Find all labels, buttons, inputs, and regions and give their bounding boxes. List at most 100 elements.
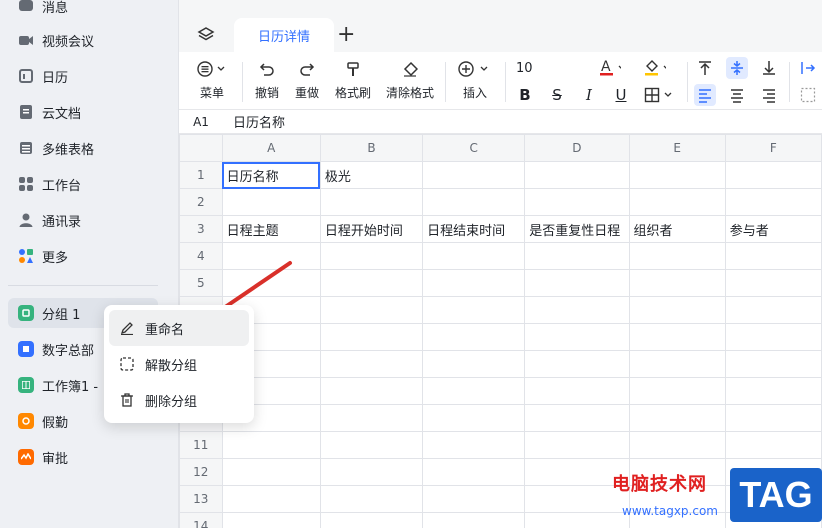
undo-button[interactable]: 撤销 — [255, 58, 279, 101]
cell[interactable] — [422, 458, 526, 486]
cell[interactable] — [724, 161, 822, 189]
sidebar-group-leave[interactable]: 假勤 — [8, 406, 68, 436]
sidebar-item-calendar[interactable]: 日历 — [18, 64, 68, 88]
cell[interactable] — [724, 431, 822, 459]
cell[interactable]: 日程结束时间 — [422, 215, 526, 243]
align-center-button[interactable] — [726, 84, 748, 106]
cell[interactable] — [628, 269, 726, 297]
align-left-button[interactable] — [694, 84, 716, 106]
sidebar-item-messages[interactable]: 消息 — [18, 0, 68, 18]
cell[interactable] — [319, 296, 424, 324]
column-header[interactable]: B — [319, 134, 424, 162]
row-header[interactable]: 2 — [179, 188, 223, 216]
cell[interactable] — [319, 269, 424, 297]
cell[interactable] — [221, 458, 321, 486]
cell[interactable] — [724, 404, 822, 432]
cell[interactable] — [422, 161, 526, 189]
cell[interactable] — [628, 188, 726, 216]
menu-item-ungroup[interactable]: 解散分组 — [109, 346, 249, 382]
sidebar-item-video[interactable]: 视频会议 — [18, 28, 94, 52]
font-color-button[interactable]: A — [599, 57, 621, 79]
cell[interactable] — [724, 242, 822, 270]
sidebar-item-bitable[interactable]: 多维表格 — [18, 136, 94, 160]
sidebar-group-approval[interactable]: 审批 — [8, 442, 68, 472]
sidebar-item-more[interactable]: 更多 — [18, 244, 68, 268]
cell[interactable] — [319, 350, 424, 378]
sidebar-item-docs[interactable]: 云文档 — [18, 100, 81, 124]
cell[interactable] — [524, 296, 630, 324]
column-header[interactable]: F — [724, 134, 822, 162]
cell[interactable] — [724, 377, 822, 405]
align-bottom-button[interactable] — [758, 57, 780, 79]
cell[interactable] — [422, 188, 526, 216]
cell[interactable] — [422, 323, 526, 351]
cell[interactable]: 极光 — [319, 161, 424, 189]
fill-color-button[interactable] — [644, 57, 666, 79]
cell[interactable] — [524, 188, 630, 216]
cell[interactable] — [422, 296, 526, 324]
cell[interactable] — [524, 350, 630, 378]
cell[interactable]: 组织者 — [628, 215, 726, 243]
cell[interactable] — [319, 404, 424, 432]
formula-input[interactable]: 日历名称 — [233, 112, 285, 131]
cell[interactable] — [221, 485, 321, 513]
row-header[interactable]: 12 — [179, 458, 223, 486]
layers-icon[interactable] — [197, 26, 215, 48]
cell[interactable] — [319, 512, 424, 528]
add-tab-button[interactable]: + — [337, 24, 355, 46]
cell[interactable] — [628, 161, 726, 189]
cell[interactable] — [724, 350, 822, 378]
align-middle-button[interactable] — [726, 57, 748, 79]
cell[interactable] — [422, 404, 526, 432]
cell[interactable] — [724, 188, 822, 216]
select-all-corner[interactable] — [179, 134, 223, 162]
menu-item-delete-group[interactable]: 删除分组 — [109, 382, 249, 418]
row-header[interactable]: 14 — [179, 512, 223, 528]
clear-format-button[interactable]: 清除格式 — [386, 58, 434, 101]
sidebar-item-contacts[interactable]: 通讯录 — [18, 208, 81, 232]
cell[interactable] — [422, 485, 526, 513]
tab-calendar-details[interactable]: 日历详情 — [234, 18, 334, 52]
cell[interactable] — [724, 269, 822, 297]
align-right-button[interactable] — [758, 84, 780, 106]
cell[interactable] — [221, 512, 321, 528]
cell-reference[interactable]: A1 — [179, 115, 223, 129]
cell[interactable] — [422, 350, 526, 378]
cell[interactable] — [319, 431, 424, 459]
sidebar-group-workbook[interactable]: 工作簿1 - — [8, 370, 98, 400]
cell[interactable]: 是否重复性日程 — [524, 215, 630, 243]
cell[interactable]: 参与者 — [724, 215, 822, 243]
cell[interactable] — [524, 377, 630, 405]
cell[interactable] — [628, 404, 726, 432]
cell[interactable] — [319, 377, 424, 405]
column-header[interactable]: E — [628, 134, 726, 162]
cell[interactable] — [422, 512, 526, 528]
merge-cells-button[interactable] — [797, 84, 819, 106]
cell[interactable] — [628, 296, 726, 324]
borders-button[interactable] — [642, 84, 678, 106]
menu-button[interactable]: 菜单 — [197, 58, 227, 101]
cell[interactable]: 日历名称 — [221, 161, 321, 189]
row-header[interactable]: 13 — [179, 485, 223, 513]
underline-button[interactable]: U — [610, 84, 632, 106]
cell[interactable] — [221, 188, 321, 216]
redo-button[interactable]: 重做 — [295, 58, 319, 101]
cell[interactable] — [319, 458, 424, 486]
cell[interactable] — [724, 323, 822, 351]
insert-button[interactable]: 插入 — [458, 58, 492, 101]
column-header[interactable]: C — [422, 134, 526, 162]
cell[interactable] — [628, 431, 726, 459]
text-direction-button[interactable] — [797, 57, 819, 79]
cell[interactable] — [628, 377, 726, 405]
cell[interactable] — [524, 161, 630, 189]
row-header[interactable]: 1 — [179, 161, 223, 189]
cell[interactable] — [524, 323, 630, 351]
cell[interactable]: 日程主题 — [221, 215, 321, 243]
cell[interactable] — [221, 431, 321, 459]
cell[interactable] — [319, 242, 424, 270]
cell[interactable] — [319, 188, 424, 216]
menu-item-rename[interactable]: 重命名 — [109, 310, 249, 346]
format-painter-button[interactable]: 格式刷 — [335, 58, 371, 101]
cell[interactable] — [524, 431, 630, 459]
cell[interactable]: 日程开始时间 — [319, 215, 424, 243]
